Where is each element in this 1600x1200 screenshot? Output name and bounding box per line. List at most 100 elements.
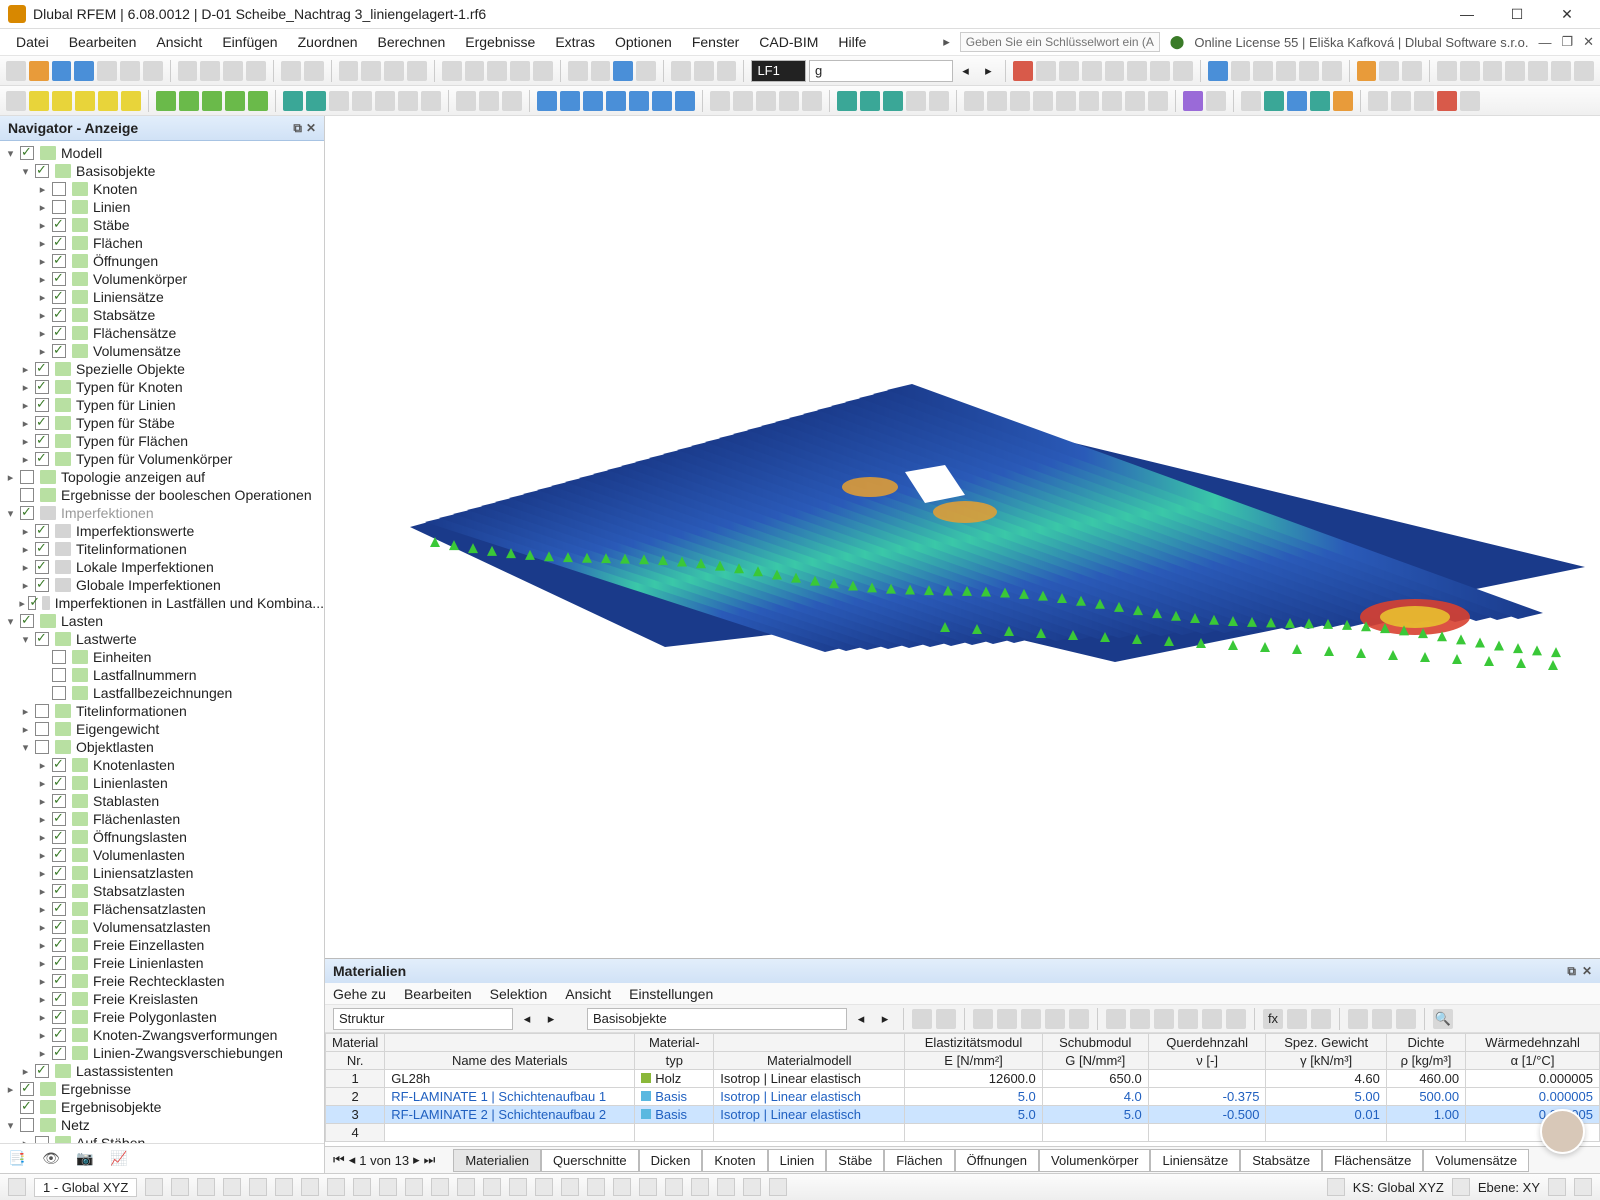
tree-item[interactable]: ▾Basisobjekte [4,162,324,180]
status-tool18-icon[interactable] [561,1178,579,1196]
checkbox[interactable] [52,272,66,286]
status-tool19-icon[interactable] [587,1178,605,1196]
expand-icon[interactable]: ▸ [36,1029,49,1042]
maximize-button[interactable]: ☐ [1492,0,1542,29]
expand-icon[interactable]: ▸ [36,813,49,826]
checkbox[interactable] [20,146,34,160]
tree-item[interactable]: Ergebnisse der booleschen Operationen [4,486,324,504]
col-subheader[interactable]: γ [kN/m³] [1266,1052,1386,1070]
tree-item[interactable]: ▾Lasten [4,612,324,630]
res1-icon[interactable] [1231,61,1251,81]
node-type1-icon[interactable] [1437,61,1457,81]
col-header[interactable]: Schubmodul [1042,1034,1148,1052]
line7-icon[interactable] [1102,91,1122,111]
model-viewport[interactable] [325,116,1600,958]
mat-tool8-icon[interactable] [1106,1009,1126,1029]
checkbox[interactable] [20,1118,34,1132]
table-row[interactable]: 1GL28hHolzIsotrop | Linear elastisch1260… [326,1070,1600,1088]
checkbox[interactable] [52,938,66,952]
menu-optionen[interactable]: Optionen [605,31,682,53]
mat-copy-icon[interactable] [1348,1009,1368,1029]
load6-icon[interactable] [652,91,672,111]
run-icon[interactable] [1208,61,1228,81]
checkbox[interactable] [52,200,66,214]
save-icon[interactable] [97,61,117,81]
col-header[interactable]: Dichte [1386,1034,1465,1052]
grid1-icon[interactable] [442,61,462,81]
new-icon[interactable] [6,61,26,81]
cell-g[interactable] [1042,1124,1148,1142]
status-tool2-icon[interactable] [145,1178,163,1196]
status-tool16-icon[interactable] [509,1178,527,1196]
misc2-icon[interactable] [1391,91,1411,111]
checkbox[interactable] [52,1028,66,1042]
mat-tool4-icon[interactable] [997,1009,1017,1029]
tree-item[interactable]: Ergebnisobjekte [4,1098,324,1116]
edit5-icon[interactable] [375,91,395,111]
camera-icon[interactable] [1460,91,1480,111]
axis2-icon[interactable] [1059,61,1079,81]
col-header[interactable]: Wärmedehnzahl [1466,1034,1600,1052]
cell-rho[interactable] [1386,1124,1465,1142]
node-type2-icon[interactable] [1460,61,1480,81]
obj4-icon[interactable] [75,91,95,111]
cell-gamma[interactable]: 5.00 [1266,1088,1386,1106]
table-tab-dicken[interactable]: Dicken [639,1149,703,1172]
status-tool25-icon[interactable] [743,1178,761,1196]
col-header[interactable]: Spez. Gewicht [1266,1034,1386,1052]
checkbox[interactable] [35,560,49,574]
expand-icon[interactable]: ▸ [36,849,49,862]
col-subheader[interactable]: E [N/mm²] [905,1052,1042,1070]
expand-icon[interactable]: ▸ [19,579,32,592]
copy-icon[interactable] [178,61,198,81]
table-tab-flächensätze[interactable]: Flächensätze [1322,1149,1423,1172]
cell-e[interactable]: 5.0 [905,1106,1042,1124]
cell-gamma[interactable] [1266,1124,1386,1142]
tree-item[interactable]: Lastfallnummern [4,666,324,684]
tree-item[interactable]: ▸Freie Einzellasten [4,936,324,954]
tree-item[interactable]: ▸Lastassistenten [4,1062,324,1080]
cell-modell[interactable]: Isotrop | Linear elastisch [714,1106,905,1124]
tree-item[interactable]: ▸Imperfektionen in Lastfällen und Kombin… [4,594,324,612]
sup4-icon[interactable] [225,91,245,111]
navigator-tree[interactable]: ▾Modell▾Basisobjekte▸Knoten▸Linien▸Stäbe… [0,141,324,1143]
tree-item[interactable]: ▸Typen für Knoten [4,378,324,396]
mat-tool9-icon[interactable] [1130,1009,1150,1029]
cell-typ[interactable]: Basis [635,1106,714,1124]
checkbox[interactable] [35,434,49,448]
expand-icon[interactable]: ▸ [36,291,49,304]
materials-pin-icon[interactable]: ⧉ [1567,964,1576,979]
calc2-icon[interactable] [591,61,611,81]
expand-icon[interactable]: ▸ [36,831,49,844]
col-subheader[interactable]: Nr. [326,1052,385,1070]
edit6-icon[interactable] [398,91,418,111]
table-tab-öffnungen[interactable]: Öffnungen [955,1149,1039,1172]
checkbox[interactable] [52,326,66,340]
status-tool1-icon[interactable] [8,1178,26,1196]
snap1-icon[interactable] [456,91,476,111]
expand-icon[interactable]: ▸ [36,1047,49,1060]
checkbox[interactable] [52,308,66,322]
status-ks-icon[interactable] [1327,1178,1345,1196]
materials-menu-einstellungen[interactable]: Einstellungen [629,986,713,1002]
cell-alpha[interactable]: 0.000005 [1466,1088,1600,1106]
expand-icon[interactable]: ▸ [36,921,49,934]
globe4-icon[interactable] [1333,91,1353,111]
tree-item[interactable]: ▾Modell [4,144,324,162]
menu-bearbeiten[interactable]: Bearbeiten [59,31,147,53]
tree-item[interactable]: ▸Topologie anzeigen auf [4,468,324,486]
expand-icon[interactable]: ▸ [19,399,32,412]
calc4-icon[interactable] [636,61,656,81]
globe2-icon[interactable] [1287,91,1307,111]
sup1-icon[interactable] [156,91,176,111]
load4-icon[interactable] [606,91,626,111]
child-restore-button[interactable]: ❐ [1561,34,1573,50]
mat-prev-icon[interactable]: ◂ [517,1009,537,1029]
mat-num-icon[interactable] [1372,1009,1392,1029]
checkbox[interactable] [35,164,49,178]
disp2-icon[interactable] [860,91,880,111]
globe1-icon[interactable] [1264,91,1284,111]
tree-item[interactable]: ▾Lastwerte [4,630,324,648]
status-tool14-icon[interactable] [457,1178,475,1196]
expand-icon[interactable]: ▸ [36,183,49,196]
